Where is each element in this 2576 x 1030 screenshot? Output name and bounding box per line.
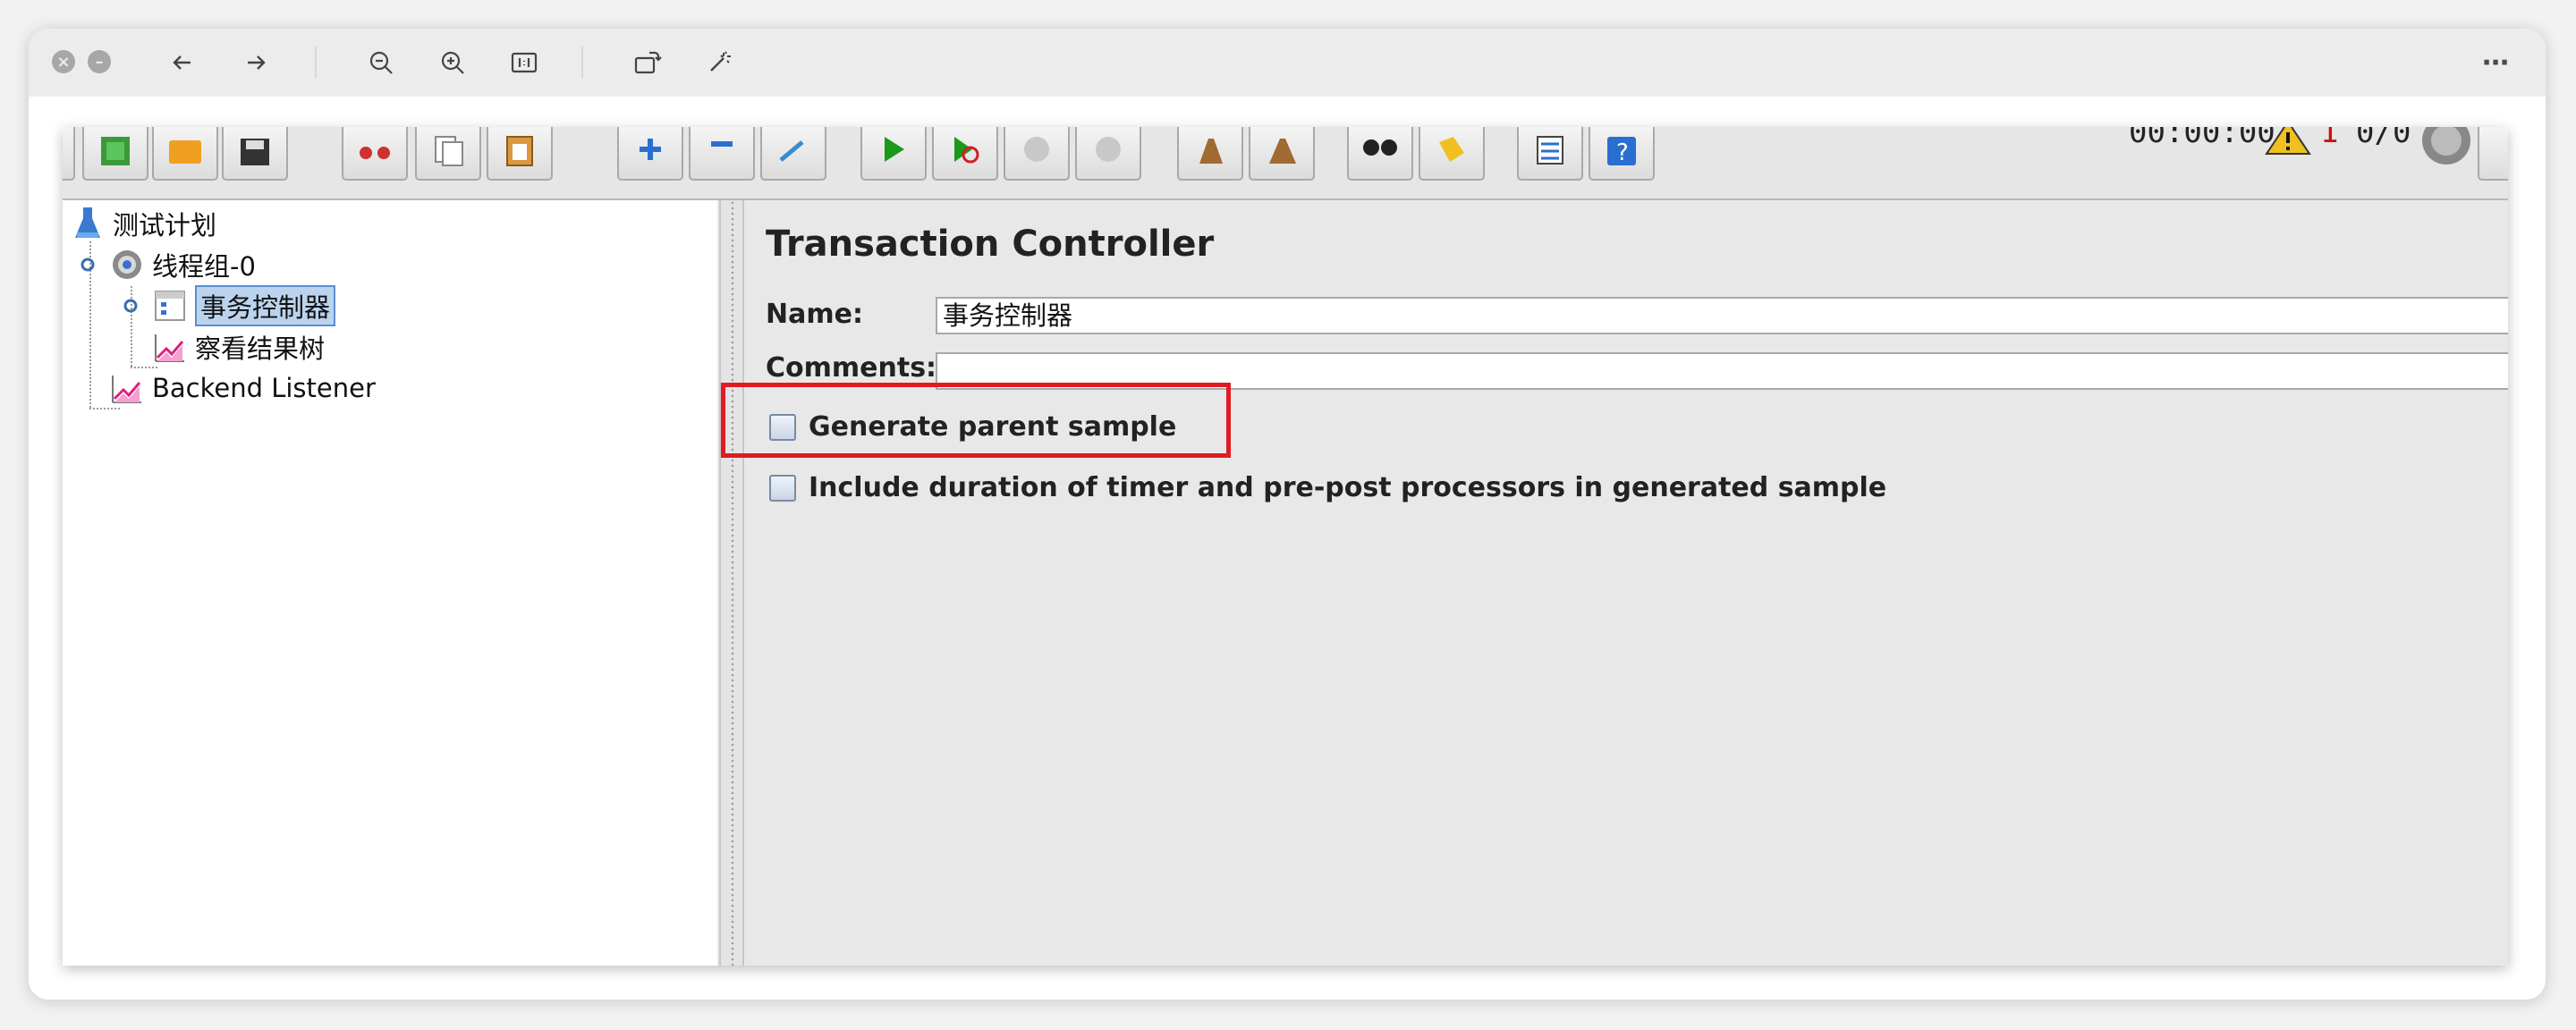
tree-item-view-results-tree[interactable]: 察看结果树 (152, 329, 325, 365)
transaction-controller-panel: Transaction Controller Name: 事务控制器 Comme… (744, 200, 2508, 966)
markup-wand-icon[interactable] (699, 43, 739, 82)
comments-label: Comments: (766, 352, 937, 384)
actual-size-icon[interactable] (504, 43, 544, 82)
results-tree-listener-icon (152, 329, 188, 365)
forward-arrow-icon[interactable] (236, 43, 275, 82)
save-icon[interactable] (222, 127, 288, 181)
back-arrow-icon[interactable] (163, 43, 202, 82)
copy-icon[interactable] (415, 127, 481, 181)
image-viewer-window: × – ⋯ ? 00:00:00 1 0/0 测试计划 线程组-0 事务控制器 … (29, 29, 2546, 1000)
new-icon[interactable] (63, 127, 75, 181)
tree-item-thread-group[interactable]: 线程组-0 (109, 247, 256, 283)
zoom-in-icon[interactable] (433, 43, 472, 82)
tree-expand-handle[interactable] (122, 297, 140, 315)
tree-expand-handle[interactable] (79, 256, 97, 274)
cut-icon[interactable] (342, 127, 408, 181)
jmeter-screenshot: ? 00:00:00 1 0/0 测试计划 线程组-0 事务控制器 察看结果树 … (63, 127, 2508, 966)
transaction-controller-icon (152, 288, 188, 324)
viewer-toolbar: × – ⋯ (29, 29, 2546, 97)
jmeter-toolbar: ? 00:00:00 1 0/0 (63, 127, 2508, 200)
name-field[interactable]: 事务控制器 (936, 297, 2508, 334)
tree-item-test-plan[interactable]: 测试计划 (70, 206, 216, 241)
paste-icon[interactable] (487, 127, 553, 181)
warning-icon[interactable] (2265, 127, 2311, 159)
include-duration-checkbox[interactable] (769, 474, 796, 502)
function-helper-icon[interactable] (1517, 127, 1583, 181)
thread-group-gear-icon (109, 247, 145, 283)
more-icon[interactable]: ⋯ (2476, 43, 2515, 82)
panel-title: Transaction Controller (766, 224, 1215, 265)
thread-count: 0/0 (2356, 127, 2411, 150)
tree-item-transaction-controller[interactable]: 事务控制器 (152, 285, 336, 326)
tree-item-label: 察看结果树 (195, 333, 326, 364)
open-icon[interactable] (152, 127, 218, 181)
running-status-icon (2420, 127, 2472, 170)
svg-text:?: ? (1616, 139, 1629, 166)
warning-count: 1 (2320, 127, 2339, 150)
remote-icon[interactable] (2478, 127, 2508, 181)
tree-item-label: 事务控制器 (195, 285, 336, 326)
templates-icon[interactable] (82, 127, 148, 181)
expand-all-icon[interactable] (617, 127, 683, 181)
shutdown-icon[interactable] (1075, 127, 1141, 181)
test-plan-tree: 测试计划 线程组-0 事务控制器 察看结果树 Backend Listener (63, 200, 717, 966)
name-label: Name: (766, 299, 863, 330)
toggle-icon[interactable] (760, 127, 826, 181)
help-icon[interactable]: ? (1589, 127, 1655, 181)
backend-listener-icon (109, 370, 145, 406)
start-no-pauses-icon[interactable] (932, 127, 998, 181)
annotation-highlight-box (721, 383, 1231, 458)
panel-splitter[interactable] (719, 200, 744, 966)
zoom-out-icon[interactable] (361, 43, 401, 82)
include-duration-row[interactable]: Include duration of timer and pre-post p… (769, 472, 1886, 503)
collapse-all-icon[interactable] (689, 127, 755, 181)
tree-item-label: 测试计划 (113, 210, 217, 241)
test-plan-flask-icon (70, 206, 106, 241)
clear-all-icon[interactable] (1249, 127, 1315, 181)
include-duration-label: Include duration of timer and pre-post p… (809, 472, 1887, 503)
toolbar-separator (581, 46, 583, 79)
start-icon[interactable] (860, 127, 927, 181)
search-binoculars-icon[interactable] (1347, 127, 1413, 181)
rotate-icon[interactable] (628, 43, 667, 82)
tree-item-label: 线程组-0 (152, 251, 256, 282)
elapsed-timer: 00:00:00 (2129, 127, 2275, 150)
clear-icon[interactable] (1177, 127, 1243, 181)
stop-icon[interactable] (1004, 127, 1070, 181)
minimize-icon[interactable]: – (88, 50, 111, 73)
close-icon[interactable]: × (52, 50, 75, 73)
tree-item-backend-listener[interactable]: Backend Listener (109, 370, 376, 406)
tree-item-label: Backend Listener (152, 373, 376, 403)
reset-search-icon[interactable] (1419, 127, 1485, 181)
toolbar-separator (315, 46, 317, 79)
